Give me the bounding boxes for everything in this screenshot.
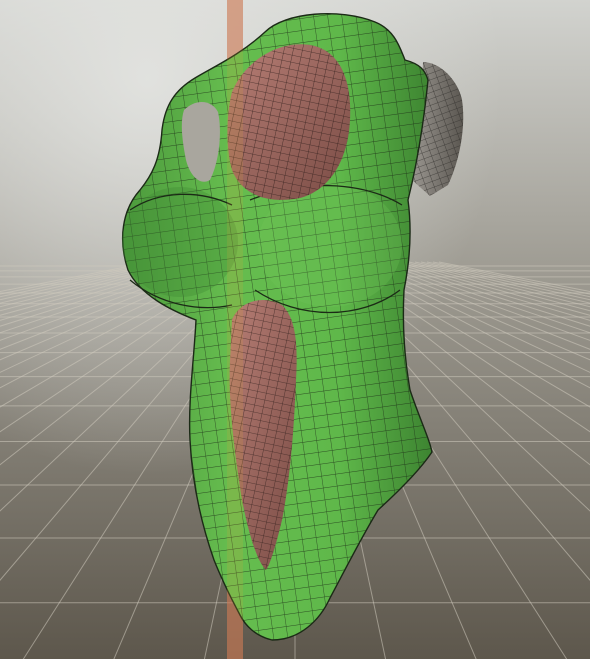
viewport-canvas[interactable] bbox=[0, 0, 590, 659]
3d-viewport[interactable] bbox=[0, 0, 590, 659]
